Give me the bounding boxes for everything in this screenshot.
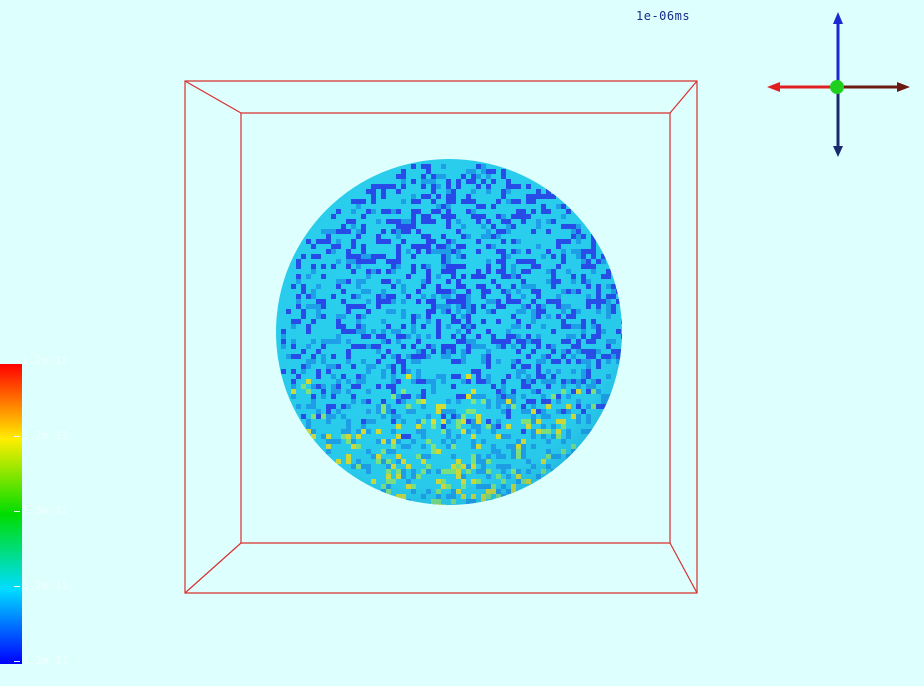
colorbar-tick-min: 1.2e-11 xyxy=(13,654,69,667)
sphere-speckle xyxy=(466,504,471,505)
sphere-speckle xyxy=(491,499,496,504)
data-sphere[interactable] xyxy=(276,159,626,509)
sphere-speckle xyxy=(571,454,576,459)
colorbar-tick-3: 1.3e-11 xyxy=(13,504,69,517)
3d-viewport[interactable] xyxy=(0,0,924,686)
orientation-axes-icon[interactable] xyxy=(767,12,910,157)
colorbar-tick-2: 1.2e-11 xyxy=(13,429,69,442)
time-label: 1e-06ms xyxy=(636,9,691,23)
colorbar-tick-max: 1.2e-11 xyxy=(13,354,69,367)
sphere-speckle xyxy=(566,459,571,464)
sphere-speckle xyxy=(576,449,581,454)
colorbar-tick-4: 1.2e-11 xyxy=(13,579,69,592)
sphere-speckle xyxy=(591,429,596,434)
colorbar xyxy=(0,364,22,664)
sphere-speckle xyxy=(601,414,606,419)
sphere-speckle xyxy=(521,489,526,494)
